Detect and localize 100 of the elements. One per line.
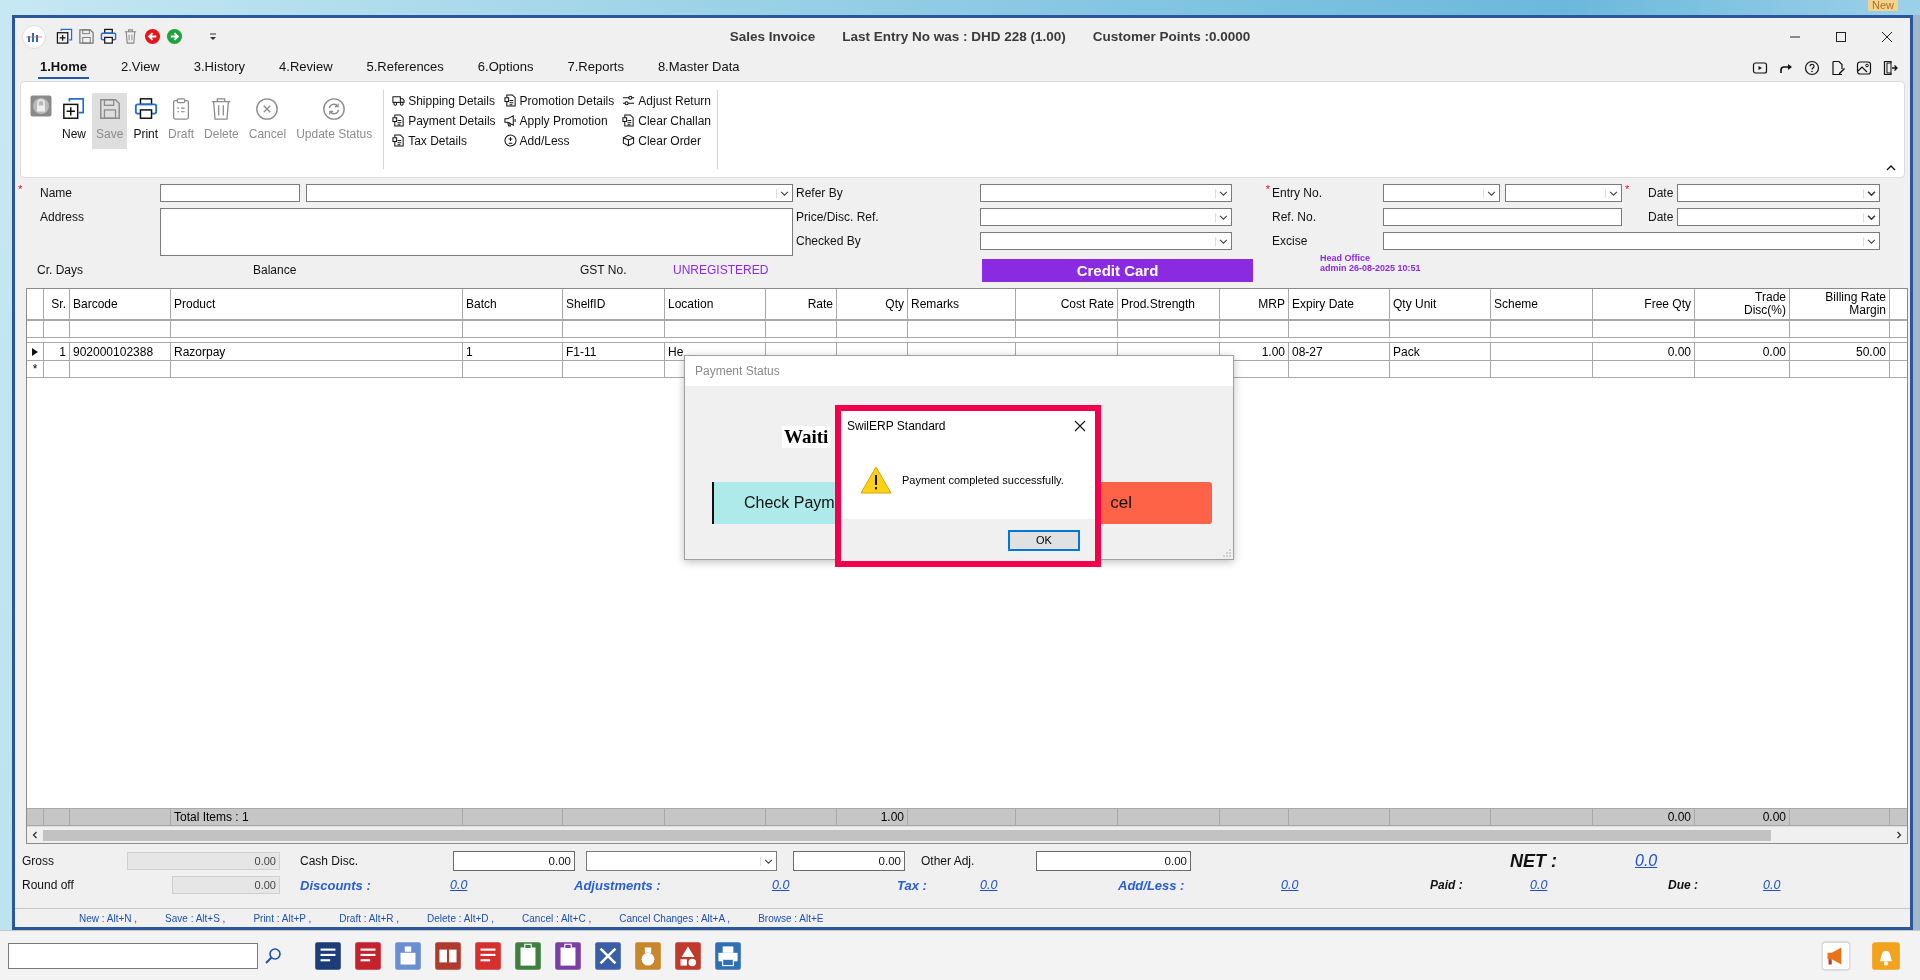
cash-disc-amount-field[interactable]: 0.00 bbox=[793, 851, 905, 871]
printer-icon[interactable] bbox=[712, 939, 744, 972]
filter-cell[interactable] bbox=[70, 320, 171, 338]
money-bag-icon[interactable] bbox=[632, 939, 664, 972]
address-field[interactable] bbox=[160, 208, 793, 256]
document-icon[interactable] bbox=[472, 939, 504, 972]
collapse-icon[interactable] bbox=[1886, 164, 1896, 172]
ribbon-tab[interactable]: 4.Review bbox=[277, 57, 335, 79]
column-header[interactable]: Rate bbox=[766, 289, 837, 320]
ribbon-link[interactable]: Apply Promotion bbox=[502, 113, 616, 128]
entry-no-dropdown[interactable] bbox=[1505, 184, 1622, 202]
exit-icon[interactable] bbox=[1882, 60, 1898, 76]
save-icon[interactable] bbox=[78, 28, 95, 45]
document-icon[interactable] bbox=[352, 939, 384, 972]
amount-link[interactable]: 0.0 bbox=[450, 878, 468, 892]
ribbon-link[interactable]: Promotion Details bbox=[502, 93, 616, 108]
column-header[interactable]: Scheme bbox=[1491, 289, 1593, 320]
ribbon-link[interactable]: Tax Details bbox=[391, 133, 497, 148]
filter-cell[interactable] bbox=[1220, 320, 1289, 338]
filter-cell[interactable] bbox=[908, 320, 1016, 338]
image-icon[interactable] bbox=[1856, 60, 1872, 76]
filter-cell[interactable] bbox=[1118, 320, 1220, 338]
gross-field[interactable]: 0.00 bbox=[127, 852, 280, 870]
caret-icon[interactable] bbox=[208, 31, 218, 42]
ribbon-link[interactable]: Add/Less bbox=[502, 133, 616, 148]
ribbon-tab[interactable]: 2.View bbox=[118, 57, 162, 79]
column-header[interactable]: Barcode bbox=[70, 289, 171, 320]
trash-icon[interactable] bbox=[122, 28, 139, 45]
column-header[interactable]: Remarks bbox=[908, 289, 1016, 320]
date-picker[interactable] bbox=[1677, 184, 1880, 202]
column-header[interactable]: Cost Rate bbox=[1016, 289, 1118, 320]
name-dropdown[interactable] bbox=[306, 184, 793, 202]
ribbon-link[interactable]: Adjust Return bbox=[621, 93, 712, 108]
document-icon[interactable] bbox=[312, 939, 344, 972]
other-adj-field[interactable]: 0.00 bbox=[1036, 851, 1191, 871]
arrows-icon[interactable] bbox=[592, 939, 624, 972]
add-icon[interactable] bbox=[56, 28, 73, 45]
column-header[interactable]: Qty bbox=[837, 289, 908, 320]
payment-mode-button[interactable]: Credit Card bbox=[982, 258, 1253, 282]
clipboard-icon[interactable] bbox=[512, 939, 544, 972]
filter-cell[interactable] bbox=[1390, 320, 1491, 338]
horizontal-scrollbar[interactable] bbox=[27, 826, 1907, 843]
ribbon-tab[interactable]: 8.Master Data bbox=[655, 57, 742, 79]
column-header[interactable]: Billing Rate Margin bbox=[1790, 289, 1890, 320]
resize-grip-icon[interactable] bbox=[1223, 549, 1231, 557]
filter-cell[interactable] bbox=[1695, 320, 1790, 338]
filter-cell[interactable] bbox=[44, 320, 70, 338]
ribbon-link[interactable]: Clear Challan bbox=[621, 113, 712, 128]
column-header[interactable]: Sr. bbox=[44, 289, 70, 320]
filter-cell[interactable] bbox=[665, 320, 766, 338]
column-header[interactable]: Expiry Date bbox=[1289, 289, 1390, 320]
filter-cell[interactable] bbox=[1016, 320, 1118, 338]
help-icon[interactable] bbox=[1804, 60, 1820, 76]
ribbon-link[interactable]: Shipping Details bbox=[391, 93, 497, 108]
ribbon-tab[interactable]: 5.References bbox=[364, 57, 446, 79]
lock-icon[interactable] bbox=[30, 95, 52, 117]
shapes-icon[interactable] bbox=[672, 939, 704, 972]
ribbon-tab[interactable]: 3.History bbox=[191, 57, 248, 79]
ribbon-tab[interactable]: 7.Reports bbox=[565, 57, 626, 79]
checked-by-dropdown[interactable] bbox=[980, 232, 1232, 250]
filter-cell[interactable] bbox=[463, 320, 563, 338]
filter-cell[interactable] bbox=[1790, 320, 1890, 338]
cash-disc-dropdown[interactable] bbox=[586, 851, 777, 871]
filter-cell[interactable] bbox=[171, 320, 463, 338]
back-icon[interactable] bbox=[144, 28, 161, 45]
ribbon-tab[interactable]: 6.Options bbox=[475, 57, 536, 79]
column-header[interactable]: Product bbox=[171, 289, 463, 320]
round-off-field[interactable]: 0.00 bbox=[172, 876, 280, 894]
excise-dropdown[interactable] bbox=[1383, 232, 1880, 250]
edit-icon[interactable] bbox=[1830, 60, 1846, 76]
search-icon[interactable] bbox=[264, 946, 282, 965]
amount-link[interactable]: 0.0 bbox=[772, 878, 790, 892]
entry-series-dropdown[interactable] bbox=[1383, 184, 1500, 202]
column-header[interactable]: Free Qty bbox=[1593, 289, 1695, 320]
ref-no-field[interactable] bbox=[1383, 208, 1622, 226]
filter-cell[interactable] bbox=[1289, 320, 1390, 338]
refer-by-dropdown[interactable] bbox=[980, 184, 1232, 202]
net-amount-link[interactable]: 0.0 bbox=[1635, 852, 1658, 870]
ballot-box-icon[interactable] bbox=[392, 939, 424, 972]
column-header[interactable]: Batch bbox=[463, 289, 563, 320]
ribbon-link[interactable]: Payment Details bbox=[391, 113, 497, 128]
row-header-cell[interactable] bbox=[27, 342, 44, 361]
amount-link[interactable]: 0.0 bbox=[980, 878, 998, 892]
print-icon[interactable] bbox=[100, 28, 117, 45]
filter-cell[interactable] bbox=[1491, 320, 1593, 338]
clipboard-icon[interactable] bbox=[552, 939, 584, 972]
column-header[interactable]: Location bbox=[665, 289, 766, 320]
date-picker[interactable] bbox=[1677, 208, 1880, 226]
scroll-left-icon[interactable] bbox=[30, 830, 40, 840]
cash-disc-field[interactable]: 0.00 bbox=[453, 851, 575, 871]
play-icon[interactable] bbox=[1752, 60, 1768, 76]
name-code-field[interactable] bbox=[160, 184, 300, 202]
amount-link[interactable]: 0.0 bbox=[1763, 878, 1781, 892]
forward-icon[interactable] bbox=[166, 28, 183, 45]
amount-link[interactable]: 0.0 bbox=[1530, 878, 1548, 892]
book-icon[interactable] bbox=[432, 939, 464, 972]
vertical-scrollbar[interactable] bbox=[1913, 15, 1920, 930]
new-button[interactable]: New bbox=[58, 93, 90, 149]
scroll-right-icon[interactable] bbox=[1894, 830, 1904, 840]
filter-cell[interactable] bbox=[766, 320, 837, 338]
